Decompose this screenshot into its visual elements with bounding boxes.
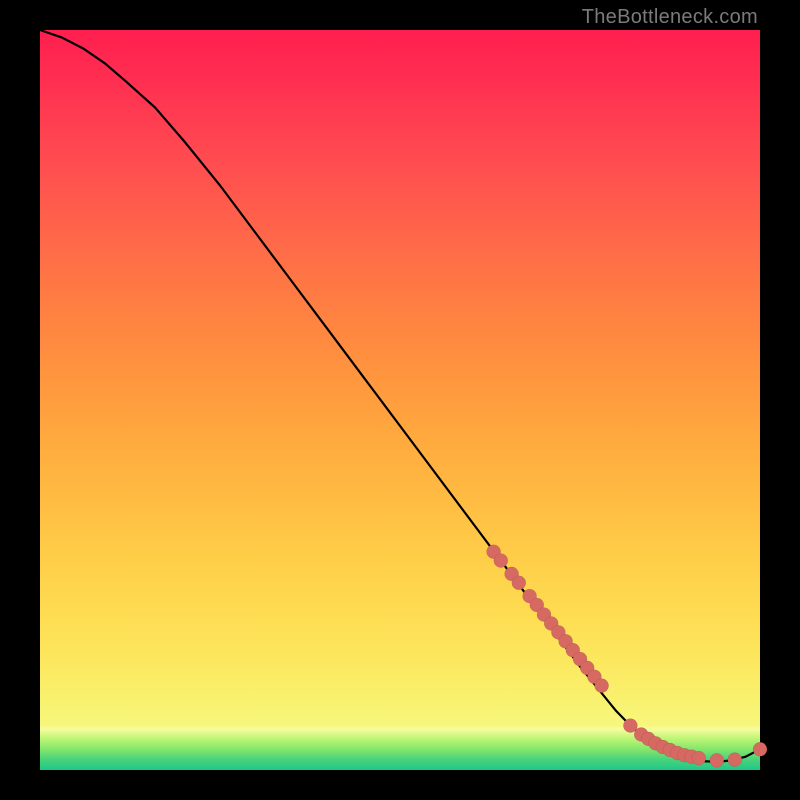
marker-group [487, 545, 767, 768]
data-marker [753, 742, 767, 756]
data-marker [710, 753, 724, 767]
curve-line [40, 30, 760, 762]
data-marker [692, 751, 706, 765]
chart-svg [40, 30, 760, 770]
data-marker [728, 753, 742, 767]
plot-area [40, 30, 760, 770]
chart-frame: TheBottleneck.com [0, 0, 800, 800]
data-marker [595, 679, 609, 693]
data-marker [494, 554, 508, 568]
watermark-text: TheBottleneck.com [582, 6, 758, 29]
data-marker [512, 576, 526, 590]
